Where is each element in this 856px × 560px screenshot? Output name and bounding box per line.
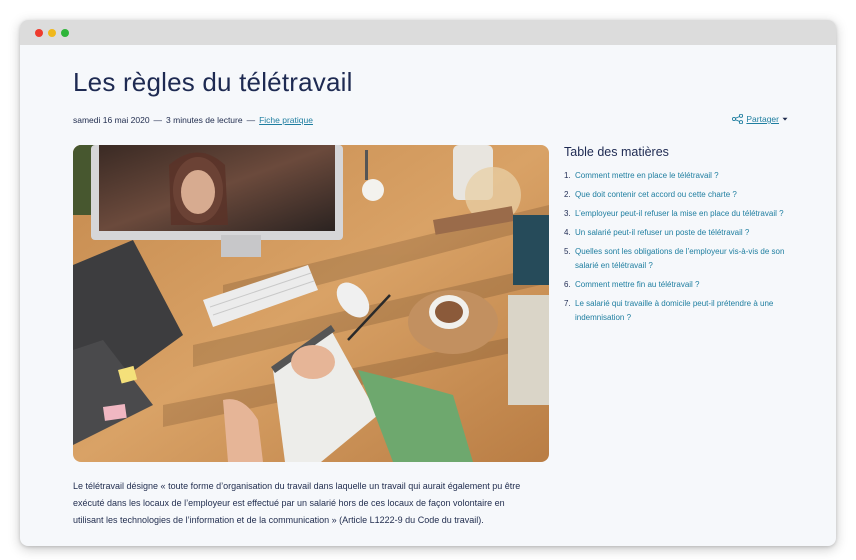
toc-heading: Table des matières	[564, 145, 669, 159]
toc-link[interactable]: Comment mettre fin au télétravail ?	[575, 278, 700, 292]
intro-paragraph: Le télétravail désigne « toute forme d’o…	[73, 481, 521, 525]
toc-item: 3. L’employeur peut-il refuser la mise e…	[564, 207, 794, 221]
meta-separator: —	[246, 115, 256, 125]
publish-date: samedi 16 mai 2020	[73, 115, 150, 125]
toc-item-number: 4.	[564, 228, 571, 237]
toc-link[interactable]: Le salarié qui travaille à domicile peut…	[575, 297, 794, 325]
meta-separator: —	[153, 115, 163, 125]
window-titlebar	[20, 20, 836, 45]
toc-link[interactable]: Un salarié peut-il refuser un poste de t…	[575, 226, 749, 240]
page-title: Les règles du télétravail	[73, 67, 353, 97]
share-icon	[732, 114, 744, 124]
toc-item-number: 3.	[564, 209, 571, 218]
minimize-dot[interactable]	[48, 28, 56, 37]
toc-item: 4. Un salarié peut-il refuser un poste d…	[564, 226, 794, 240]
toc-item: 7. Le salarié qui travaille à domicile p…	[564, 297, 794, 325]
close-dot[interactable]	[35, 28, 43, 37]
toc-item-number: 6.	[564, 280, 571, 289]
table-of-contents: Table des matières 1. Comment mettre en …	[564, 145, 794, 330]
toc-link[interactable]: L’employeur peut-il refuser la mise en p…	[575, 207, 784, 221]
toc-item: 1. Comment mettre en place le télétravai…	[564, 169, 794, 183]
browser-window: Les règles du télétravail samedi 16 mai …	[20, 20, 836, 546]
share-label: Partager	[746, 114, 779, 124]
toc-link[interactable]: Comment mettre en place le télétravail ?	[575, 169, 719, 183]
share-button[interactable]: Partager	[732, 114, 788, 124]
hero-image	[73, 145, 549, 462]
toc-list: 1. Comment mettre en place le télétravai…	[564, 169, 794, 325]
category-link[interactable]: Fiche pratique	[259, 115, 313, 125]
article-meta: samedi 16 mai 2020 — 3 minutes de lectur…	[73, 115, 313, 125]
toc-link[interactable]: Quelles sont les obligations de l’employ…	[575, 245, 794, 273]
caret-down-icon	[782, 117, 788, 121]
toc-item: 2. Que doit contenir cet accord ou cette…	[564, 188, 794, 202]
maximize-dot[interactable]	[61, 28, 69, 37]
toc-item: 6. Comment mettre fin au télétravail ?	[564, 278, 794, 292]
reading-time: 3 minutes de lecture	[166, 115, 243, 125]
toc-link[interactable]: Que doit contenir cet accord ou cette ch…	[575, 188, 737, 202]
toc-item: 5. Quelles sont les obligations de l’emp…	[564, 245, 794, 273]
toc-item-number: 5.	[564, 247, 571, 256]
toc-item-number: 2.	[564, 190, 571, 199]
toc-item-number: 1.	[564, 171, 571, 180]
desk-photo	[73, 145, 549, 462]
article-page: Les règles du télétravail samedi 16 mai …	[20, 45, 836, 546]
toc-item-number: 7.	[564, 299, 571, 308]
